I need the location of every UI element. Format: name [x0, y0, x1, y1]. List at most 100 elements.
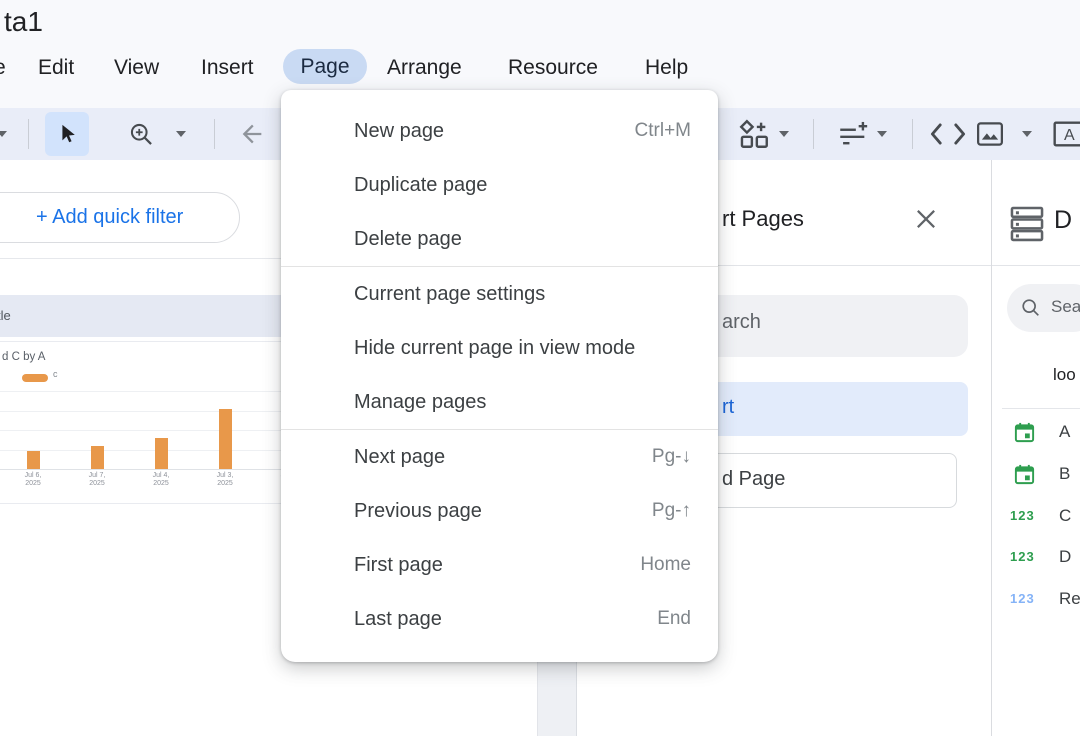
fields-search-input[interactable]: Sea — [1007, 284, 1080, 332]
menu-item-shortcut: End — [657, 608, 691, 630]
left-arrow-icon — [238, 120, 266, 148]
data-panel: D Sea loo A — [991, 160, 1080, 736]
metric-type-icon: 123 — [1010, 591, 1035, 606]
data-source-name[interactable]: loo — [1053, 365, 1076, 385]
field-label: D — [1059, 547, 1071, 567]
menubar-item-page-active[interactable]: Page — [283, 49, 367, 84]
selected-page-label[interactable]: rt — [722, 396, 734, 419]
menubar-item-insert[interactable]: Insert — [201, 53, 254, 83]
field-row-c[interactable]: 123 C — [992, 496, 1080, 536]
menu-item-label: New page — [354, 120, 444, 143]
field-row-record-count[interactable]: 123 Rec — [992, 579, 1080, 619]
looker-studio-app: ta1 e Edit View Insert Page Arrange Reso… — [0, 0, 1080, 736]
svg-text:A: A — [1064, 127, 1075, 144]
chevron-down-icon[interactable] — [176, 131, 186, 137]
page-header-text: tle — [0, 308, 11, 323]
menu-item-label: Hide current page in view mode — [354, 337, 635, 360]
cursor-icon — [56, 123, 78, 145]
x-axis-label: Jul 3,2025 — [201, 472, 249, 488]
search-icon — [1020, 297, 1042, 319]
code-icon — [928, 121, 968, 147]
x-axis-label: Jul 4,2025 — [137, 472, 185, 488]
add-quick-filter-label[interactable]: + Add quick filter — [36, 203, 183, 232]
pages-search-text: arch — [722, 311, 761, 334]
data-icon — [1008, 204, 1046, 242]
menu-item-duplicate-page[interactable]: Duplicate page — [281, 158, 718, 212]
zoom-tool-button[interactable] — [128, 121, 155, 148]
legend-label: c — [53, 369, 58, 379]
add-control-button[interactable] — [836, 117, 870, 151]
chevron-down-icon[interactable] — [877, 131, 887, 137]
page-dropdown-menu: New page Ctrl+M Duplicate page Delete pa… — [281, 90, 718, 662]
add-page-button-label[interactable]: d Page — [722, 468, 785, 491]
menubar-item-arrange[interactable]: Arrange — [387, 53, 462, 83]
menu-item-label: Manage pages — [354, 391, 486, 414]
bar — [219, 409, 232, 470]
field-label: B — [1059, 464, 1070, 484]
field-label: Rec — [1059, 589, 1080, 609]
field-label: A — [1059, 422, 1070, 442]
back-arrow-button[interactable] — [238, 120, 266, 148]
field-row-d[interactable]: 123 D — [992, 537, 1080, 577]
menu-item-shortcut: Home — [640, 554, 691, 576]
menu-item-shortcut: Ctrl+M — [635, 120, 691, 142]
menubar-item-resource[interactable]: Resource — [508, 53, 598, 83]
calendar-icon — [1013, 463, 1036, 486]
number-type-icon: 123 — [1010, 549, 1035, 564]
text-box-icon: A — [1052, 120, 1080, 148]
menu-item-first-page[interactable]: First page Home — [281, 538, 718, 592]
menu-item-label: Next page — [354, 446, 445, 469]
fields-search-text: Sea — [1051, 297, 1080, 317]
menubar-item-edit[interactable]: Edit — [38, 53, 74, 83]
divider — [214, 119, 215, 149]
menu-item-label: Duplicate page — [354, 174, 487, 197]
report-pages-panel-title: rt Pages — [722, 206, 804, 232]
menubar-item-page-label: Page — [300, 55, 349, 79]
add-chart-button[interactable] — [737, 117, 771, 151]
add-control-icon — [836, 117, 870, 151]
menu-item-delete-page[interactable]: Delete page — [281, 212, 718, 266]
chevron-down-icon[interactable] — [1022, 131, 1032, 137]
menu-item-new-page[interactable]: New page Ctrl+M — [281, 104, 718, 158]
divider — [992, 265, 1080, 266]
menubar-item-view[interactable]: View — [114, 53, 159, 83]
field-row-b[interactable]: B — [992, 454, 1080, 494]
menu-item-shortcut: Pg-↓ — [652, 446, 691, 468]
divider — [1002, 408, 1080, 409]
report-title[interactable]: ta1 — [4, 6, 43, 38]
menu-item-label: Delete page — [354, 228, 462, 251]
insert-image-button[interactable] — [974, 119, 1006, 149]
legend-swatch — [22, 374, 48, 382]
menu-item-label: First page — [354, 554, 443, 577]
menubar-item-help[interactable]: Help — [645, 53, 688, 83]
select-tool-button[interactable] — [45, 112, 89, 156]
menu-item-next-page[interactable]: Next page Pg-↓ — [281, 430, 718, 484]
calendar-icon — [1013, 421, 1036, 444]
bar — [91, 446, 104, 469]
menu-item-label: Previous page — [354, 500, 482, 523]
x-axis-label: Jul 6,2025 — [9, 472, 57, 488]
menu-item-previous-page[interactable]: Previous page Pg-↑ — [281, 484, 718, 538]
bar — [27, 451, 40, 469]
divider — [813, 119, 814, 149]
field-row-a[interactable]: A — [992, 412, 1080, 452]
menu-item-label: Last page — [354, 608, 442, 631]
number-type-icon: 123 — [1010, 508, 1035, 523]
menu-item-last-page[interactable]: Last page End — [281, 592, 718, 646]
chart-title: d C by A — [2, 351, 45, 363]
close-icon[interactable] — [912, 205, 940, 233]
divider — [28, 119, 29, 149]
chevron-down-icon[interactable] — [0, 131, 7, 137]
bar — [155, 438, 168, 469]
menu-item-hide-current-page[interactable]: Hide current page in view mode — [281, 321, 718, 375]
zoom-in-icon — [128, 121, 155, 148]
menubar-item-file-partial[interactable]: e — [0, 53, 6, 83]
menu-item-current-page-settings[interactable]: Current page settings — [281, 267, 718, 321]
embed-code-button[interactable] — [928, 121, 968, 147]
menu-item-label: Current page settings — [354, 283, 545, 306]
data-panel-title: D — [1054, 206, 1072, 235]
menu-item-manage-pages[interactable]: Manage pages — [281, 375, 718, 429]
add-chart-icon — [737, 117, 771, 151]
chevron-down-icon[interactable] — [779, 131, 789, 137]
insert-text-button[interactable]: A — [1052, 120, 1080, 148]
